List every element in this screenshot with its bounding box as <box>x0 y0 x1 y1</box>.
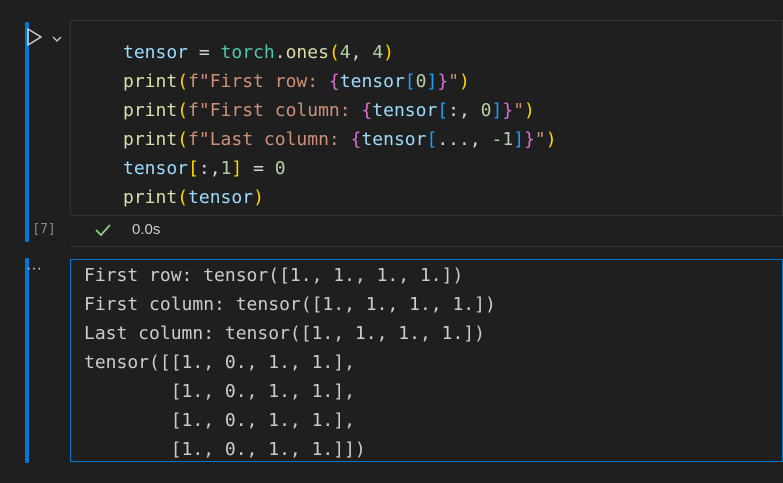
code-token: 0 <box>415 71 427 92</box>
code-token: 4 <box>339 42 351 63</box>
code-token: ( <box>328 42 340 63</box>
code-token: 4 <box>372 42 384 63</box>
code-token: { <box>361 100 373 121</box>
checkmark-icon <box>95 224 111 237</box>
code-token: 0 <box>274 158 286 179</box>
code-token: [ <box>426 129 438 150</box>
code-token: ) <box>524 100 535 121</box>
output-line: Last column: tensor([1., 1., 1., 1.]) <box>84 323 485 344</box>
cell-divider <box>70 246 783 247</box>
code-token: { <box>350 129 362 150</box>
play-icon <box>27 28 42 46</box>
code-token: . <box>274 42 286 63</box>
code-token: { <box>328 71 340 92</box>
run-cell-button[interactable] <box>24 27 44 47</box>
code-token: ] <box>491 100 503 121</box>
code-token: , <box>350 42 373 63</box>
code-token: tensor <box>339 71 405 92</box>
code-token: :, <box>448 100 481 121</box>
code-token: ) <box>253 187 264 208</box>
code-token: ( <box>177 187 189 208</box>
code-token: ] <box>426 71 438 92</box>
code-token: 0 <box>480 100 492 121</box>
code-token: = <box>242 158 275 179</box>
code-token: torch <box>220 42 275 63</box>
execution-time: 0.0s <box>132 221 161 238</box>
code-token: [ <box>437 100 449 121</box>
run-options-button[interactable] <box>51 30 63 42</box>
code-token: [ <box>404 71 416 92</box>
code-token: ] <box>231 158 243 179</box>
code-token: :, <box>198 158 221 179</box>
code-token: ] <box>513 129 525 150</box>
code-token: ) <box>383 42 394 63</box>
output-focus-indicator <box>25 258 29 463</box>
code-token: print <box>123 129 178 150</box>
code-token: print <box>123 187 178 208</box>
code-token: ) <box>545 129 557 150</box>
execution-count: [7] <box>32 222 56 237</box>
output-line: [1., 0., 1., 1.], <box>84 381 355 402</box>
cell-focus-indicator <box>25 22 29 242</box>
code-token: " <box>513 100 525 121</box>
code-token: tensor <box>361 129 427 150</box>
code-editor[interactable]: tensor = torch.ones(4, 4) print(f"First r… <box>70 20 783 216</box>
cell-output[interactable]: First row: tensor([1., 1., 1., 1.]) First… <box>70 259 783 462</box>
code-token: } <box>502 100 514 121</box>
code-token: tensor <box>188 187 254 208</box>
output-line: First row: tensor([1., 1., 1., 1.]) <box>84 265 464 286</box>
code-token: print <box>123 71 178 92</box>
code-token: tensor <box>372 100 438 121</box>
code-line: print(f"Last column: {tensor[..., -1]}") <box>123 125 557 154</box>
code-token: = <box>188 42 221 63</box>
more-icon: ··· <box>26 260 42 277</box>
code-token: ..., <box>437 129 492 150</box>
code-line: print(f"First column: {tensor[:, 0]}") <box>123 96 535 125</box>
output-line: [1., 0., 1., 1.], <box>84 410 355 431</box>
output-more-button[interactable]: ··· <box>26 260 50 277</box>
code-line: tensor = torch.ones(4, 4) <box>123 38 394 67</box>
output-line: First column: tensor([1., 1., 1., 1.]) <box>84 294 496 315</box>
code-token: -1 <box>491 129 514 150</box>
code-token: ( <box>177 71 189 92</box>
code-token: f"First row: <box>188 71 329 92</box>
code-token: " <box>534 129 546 150</box>
code-token: ones <box>285 42 329 63</box>
code-line: print(f"First row: {tensor[0]}") <box>123 67 470 96</box>
code-token: } <box>437 71 449 92</box>
code-token: f"First column: <box>188 100 362 121</box>
code-token: ( <box>177 129 189 150</box>
code-line: print(tensor) <box>123 183 264 212</box>
code-token: } <box>524 129 535 150</box>
chevron-down-icon <box>52 36 62 42</box>
code-token: 1 <box>220 158 232 179</box>
code-token: print <box>123 100 178 121</box>
code-token: " <box>448 71 460 92</box>
code-token: f"Last column: <box>188 129 351 150</box>
code-token: ) <box>459 71 470 92</box>
status-indicator <box>93 220 113 240</box>
code-token: [ <box>188 158 199 179</box>
code-token: ( <box>177 100 189 121</box>
code-token: tensor <box>123 42 189 63</box>
output-line: [1., 0., 1., 1.]]) <box>84 439 366 460</box>
output-line: tensor([[1., 0., 1., 1.], <box>84 352 355 373</box>
code-token: tensor <box>123 158 189 179</box>
code-line: tensor[:,1] = 0 <box>123 154 286 183</box>
